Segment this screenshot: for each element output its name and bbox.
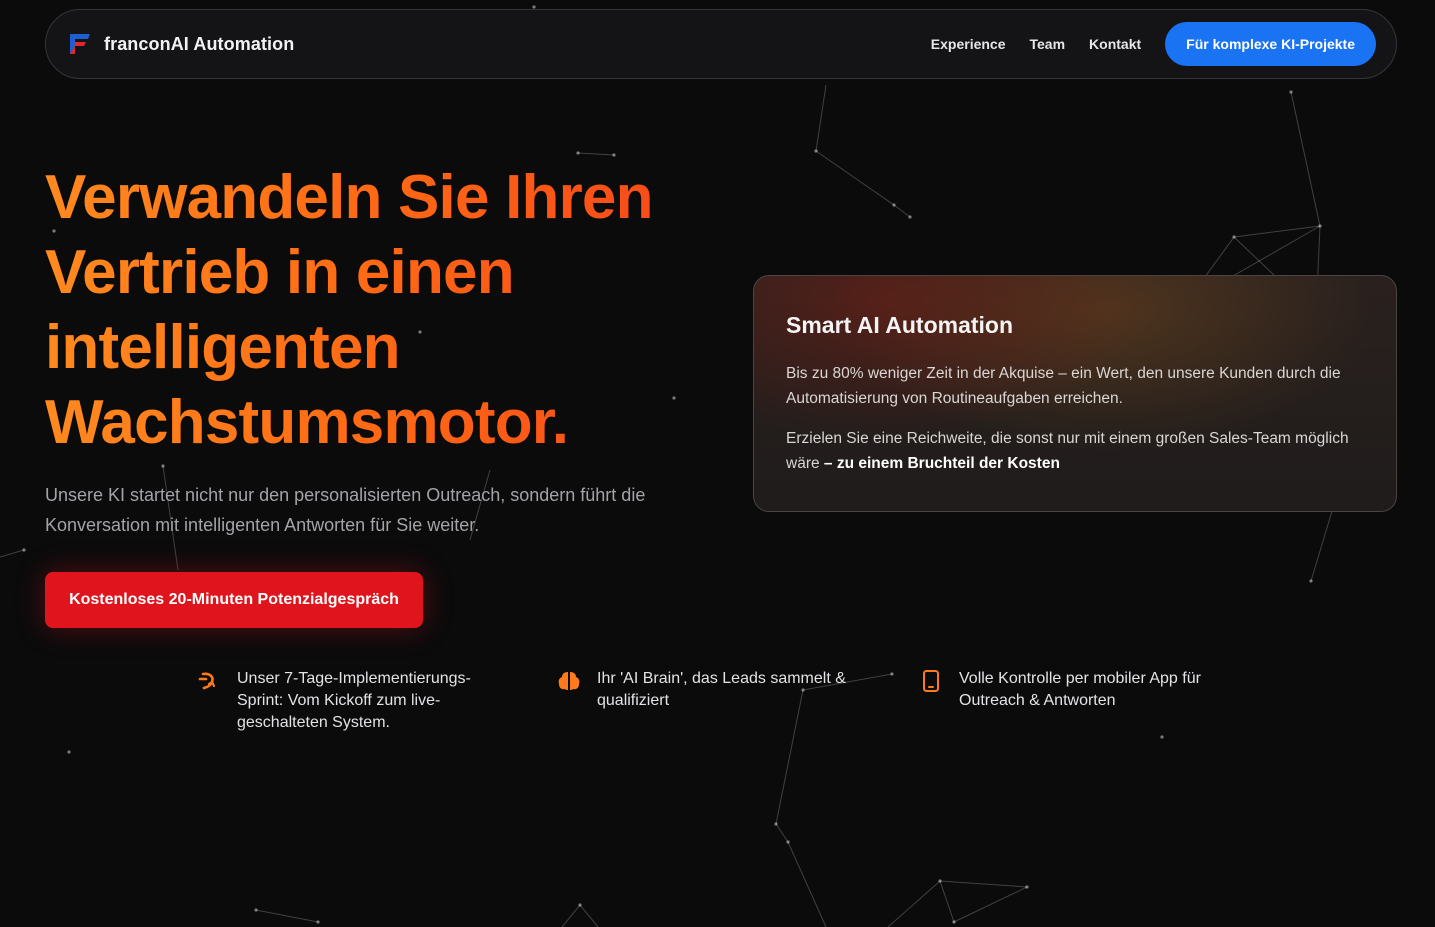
arrow-sprint-icon — [198, 672, 216, 690]
brain-icon — [558, 672, 580, 690]
mobile-icon — [923, 670, 939, 692]
nav-link-kontakt[interactable]: Kontakt — [1089, 36, 1141, 52]
nav-link-team[interactable]: Team — [1030, 36, 1066, 52]
smart-ai-automation-card: Smart AI Automation Bis zu 80% weniger Z… — [753, 275, 1397, 512]
hero-title: Verwandeln Sie Ihren Vertrieb in einen i… — [45, 160, 745, 460]
hero-subtitle: Unsere KI startet nicht nur den personal… — [45, 485, 646, 535]
feature-mobile-control: Volle Kontrolle per mobiler App für Outr… — [919, 668, 1219, 712]
complex-ai-projects-button[interactable]: Für komplexe KI-Projekte — [1165, 22, 1376, 66]
card-reach-emphasis: – zu einem Bruchteil der Kosten — [823, 455, 1060, 472]
brand-name: franconAI Automation — [104, 33, 295, 54]
card-paragraph-time-savings: Bis zu 80% weniger Zeit in der Akquise –… — [786, 365, 1341, 407]
free-consultation-button[interactable]: Kostenloses 20-Minuten Potenzialgespräch — [45, 572, 423, 628]
card-title: Smart AI Automation — [786, 312, 1014, 338]
feature-implementation-sprint: Unser 7-Tage-Implementierungs-Sprint: Vo… — [197, 668, 507, 734]
feature-text: Ihr 'AI Brain', das Leads sammelt & qual… — [597, 670, 846, 709]
nav-links: Experience Team Kontakt Für komplexe KI-… — [931, 22, 1376, 66]
nav-link-experience[interactable]: Experience — [931, 36, 1006, 52]
top-navbar: franconAI Automation Experience Team Kon… — [45, 9, 1397, 79]
brand[interactable]: franconAI Automation — [66, 31, 294, 57]
feature-text: Unser 7-Tage-Implementierungs-Sprint: Vo… — [237, 670, 471, 731]
francon-logo-icon — [70, 34, 90, 54]
card-paragraph-reach: Erzielen Sie eine Reichweite, die sonst … — [786, 426, 1364, 476]
feature-text: Volle Kontrolle per mobiler App für Outr… — [959, 670, 1201, 709]
feature-ai-brain: Ihr 'AI Brain', das Leads sammelt & qual… — [557, 668, 877, 712]
page: franconAI Automation Experience Team Kon… — [0, 0, 1435, 927]
